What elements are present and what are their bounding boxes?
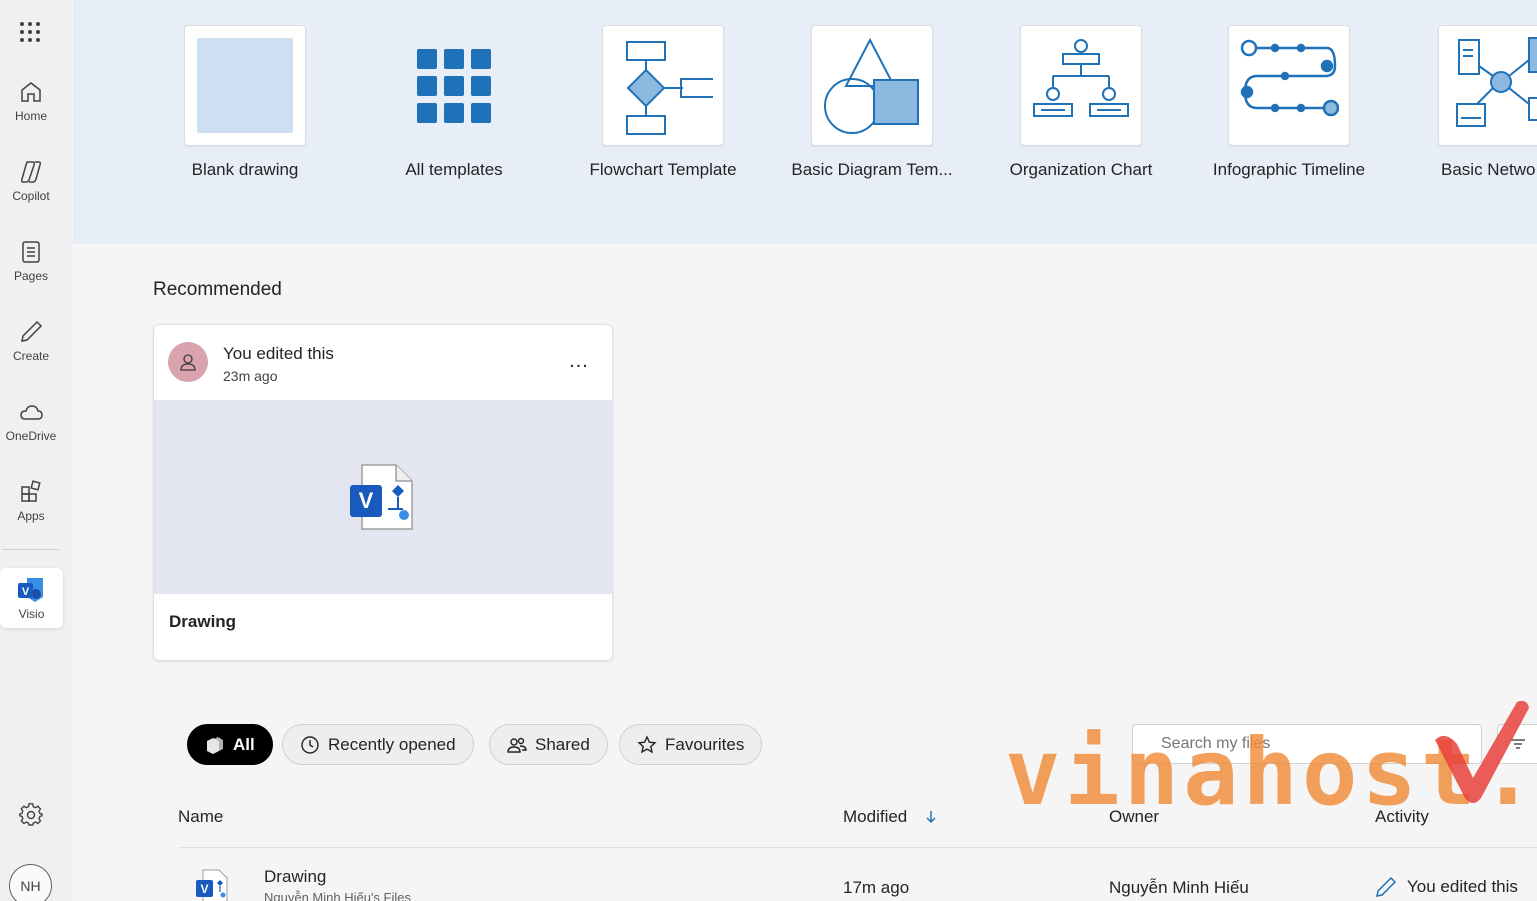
template-thumbnail — [602, 25, 724, 146]
visio-file-icon: V — [196, 869, 228, 901]
rail-item-create[interactable]: Create — [0, 310, 62, 372]
rail-divider — [2, 549, 59, 550]
row-file-location: Nguyễn Minh Hiếu's Files — [264, 890, 411, 901]
rail-item-label: Apps — [17, 509, 45, 523]
visio-file-icon: V — [350, 464, 413, 530]
pen-icon — [21, 320, 43, 342]
column-header-activity[interactable]: Activity — [1375, 807, 1429, 827]
recommended-heading: Recommended — [153, 279, 282, 300]
template-thumbnail — [811, 25, 933, 146]
blank-page-icon — [197, 38, 293, 133]
filter-all-pill[interactable]: All — [187, 724, 273, 765]
pill-label: Favourites — [665, 734, 745, 754]
card-file-name: Drawing — [169, 612, 237, 631]
person-avatar-icon — [168, 342, 208, 382]
template-label: Infographic Timeline — [1212, 160, 1366, 179]
filter-icon[interactable] — [1497, 724, 1537, 764]
template-thumbnail — [1020, 25, 1142, 146]
rail-item-label: Home — [14, 109, 47, 123]
row-file-name[interactable]: Drawing — [264, 867, 326, 887]
apps-icon — [21, 480, 41, 502]
user-avatar[interactable]: NH — [9, 864, 52, 901]
row-activity: You edited this — [1375, 876, 1518, 898]
recommended-file-card[interactable]: You edited this 23m ago ... V Drawing — [153, 324, 613, 661]
pill-label: All — [233, 734, 255, 754]
template-label: Organization Chart — [1009, 160, 1153, 179]
people-icon — [507, 737, 527, 753]
template-infographic-timeline[interactable]: Infographic Timeline — [1199, 25, 1379, 180]
template-label: Basic Netwo — [1441, 160, 1536, 179]
table-row[interactable]: V Drawing Nguyễn Minh Hiếu's Files 17m a… — [178, 858, 1537, 901]
svg-text:V: V — [359, 488, 374, 513]
app-launcher-icon[interactable] — [18, 20, 42, 44]
timeline-icon — [1240, 39, 1339, 116]
more-options-button[interactable]: ... — [559, 347, 599, 379]
rail-item-home[interactable]: Home — [0, 70, 62, 132]
template-label: Blank drawing — [191, 160, 299, 179]
grid-icon — [417, 48, 491, 123]
row-owner: Nguyễn Minh Hiếu — [1109, 878, 1249, 897]
row-modified: 17m ago — [843, 878, 910, 897]
svg-text:V: V — [200, 882, 208, 896]
template-basic-network[interactable]: Basic Netwo — [1408, 25, 1537, 180]
star-icon — [637, 734, 657, 753]
search-files-input[interactable] — [1132, 724, 1482, 764]
filter-recently-opened-pill[interactable]: Recently opened — [282, 724, 474, 765]
visio-icon: V — [17, 578, 43, 602]
template-all-templates[interactable]: All templates — [364, 25, 544, 180]
app-rail: Home Copilot Pages Create OneDrive Apps — [0, 0, 72, 901]
template-thumbnail — [393, 25, 515, 146]
cloud-icon — [20, 405, 43, 420]
filter-shared-pill[interactable]: Shared — [489, 724, 608, 765]
filter-favourites-pill[interactable]: Favourites — [619, 724, 763, 765]
column-header-modified[interactable]: Modified — [843, 807, 907, 827]
column-header-owner[interactable]: Owner — [1109, 807, 1159, 827]
template-label: All templates — [405, 160, 503, 179]
card-timestamp: 23m ago — [223, 368, 278, 384]
card-activity-text: You edited this — [223, 344, 334, 363]
rail-item-label: Copilot — [12, 189, 50, 203]
shapes-icon — [824, 37, 919, 134]
rail-item-visio[interactable]: V Visio — [0, 568, 63, 628]
row-activity-text: You edited this — [1407, 877, 1518, 896]
clock-icon — [301, 735, 319, 754]
template-label: Flowchart Template — [589, 160, 737, 179]
rail-item-apps[interactable]: Apps — [0, 470, 62, 532]
org-chart-icon — [1033, 38, 1129, 117]
template-flowchart[interactable]: Flowchart Template — [573, 25, 753, 180]
pill-label: Shared — [535, 734, 590, 754]
rail-item-pages[interactable]: Pages — [0, 230, 62, 292]
sort-descending-icon[interactable] — [924, 810, 938, 824]
rail-item-label: OneDrive — [5, 429, 57, 443]
template-label: Basic Diagram Tem... — [791, 160, 953, 179]
template-organization-chart[interactable]: Organization Chart — [991, 25, 1171, 180]
settings-gear-icon[interactable] — [18, 802, 44, 828]
file-preview: V — [154, 400, 612, 594]
rail-item-label: Pages — [13, 269, 49, 283]
pages-icon — [22, 241, 40, 263]
rail-item-label: Create — [12, 349, 50, 363]
rail-item-copilot[interactable]: Copilot — [0, 150, 62, 212]
home-icon — [21, 82, 41, 102]
stack-icon — [207, 736, 223, 754]
table-header-divider — [178, 847, 1537, 848]
flowchart-icon — [626, 40, 713, 135]
svg-text:V: V — [21, 586, 29, 598]
template-thumbnail — [184, 25, 306, 146]
template-thumbnail — [1228, 25, 1350, 146]
copilot-icon — [20, 161, 42, 183]
column-header-name[interactable]: Name — [178, 807, 223, 827]
pen-icon — [1376, 876, 1397, 897]
template-thumbnail — [1438, 25, 1537, 146]
rail-item-label: Visio — [18, 607, 45, 621]
rail-item-onedrive[interactable]: OneDrive — [0, 390, 62, 452]
pill-label: Recently opened — [328, 734, 456, 754]
template-basic-diagram[interactable]: Basic Diagram Tem... — [782, 25, 962, 180]
template-blank-drawing[interactable]: Blank drawing — [155, 25, 335, 180]
network-icon — [1456, 36, 1537, 127]
templates-gallery: Blank drawing All templates Flowchart Te… — [73, 0, 1537, 244]
